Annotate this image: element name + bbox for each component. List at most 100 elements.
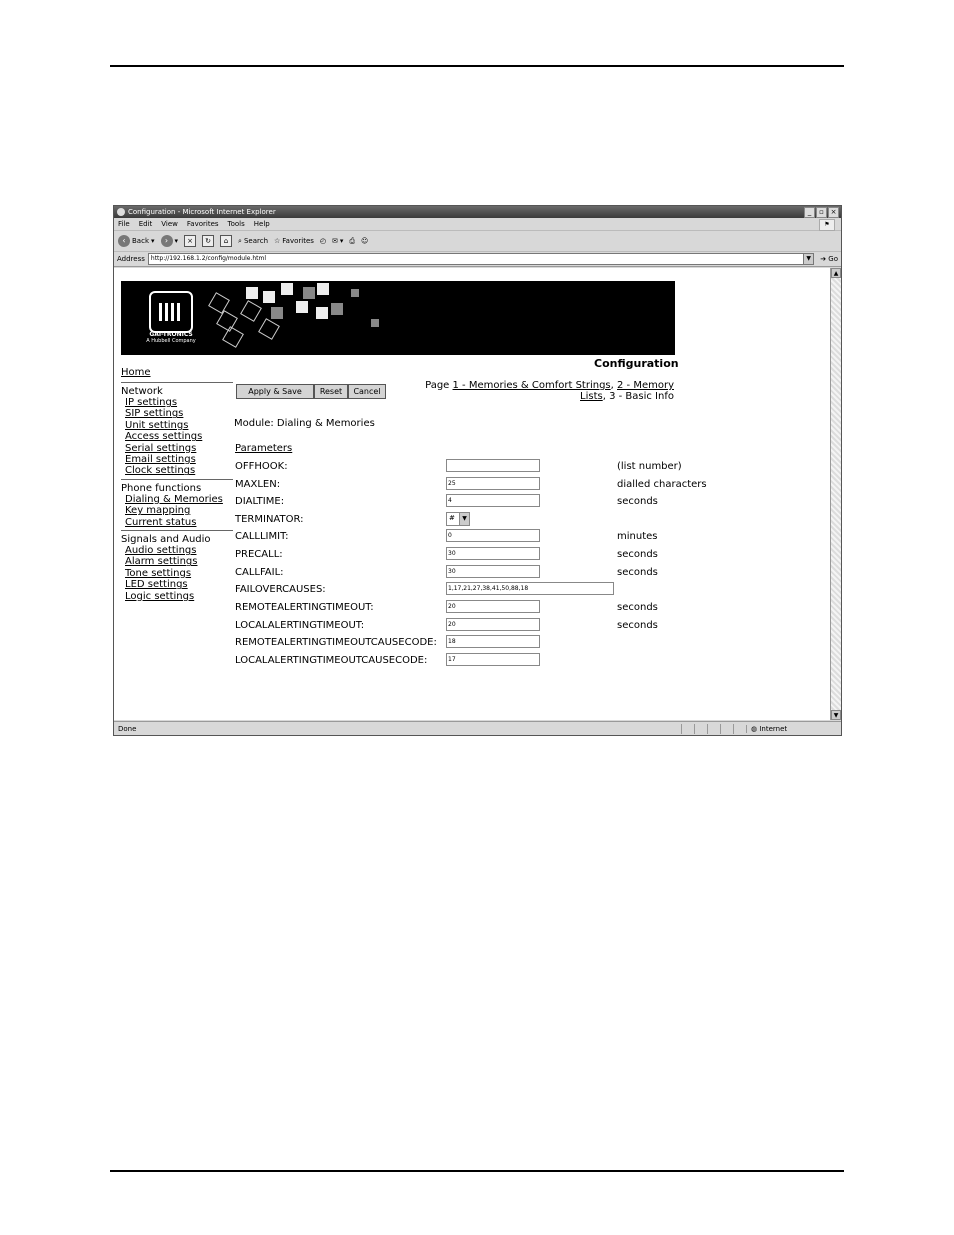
remotealertingtimeout-input[interactable] (446, 600, 540, 613)
maxlen-input[interactable] (446, 477, 540, 490)
field-label: PRECALL: (235, 549, 283, 560)
vertical-scrollbar[interactable]: ▲ ▼ (830, 268, 841, 720)
parameters-heading: Parameters (235, 443, 292, 454)
status-text: Done (118, 724, 137, 733)
menu-help[interactable]: Help (254, 220, 270, 228)
search-icon: ⌕ (238, 236, 242, 245)
nav-section-network: Network (121, 386, 163, 397)
nav-item-logic-settings[interactable]: Logic settings (121, 591, 233, 602)
menu-file[interactable]: File (118, 220, 130, 228)
page-navigation: Page 1 - Memories & Comfort Strings, 2 -… (425, 380, 674, 402)
home-icon[interactable]: ⌂ (220, 235, 233, 247)
field-unit: seconds (617, 549, 658, 560)
nav-item-sip-settings[interactable]: SIP settings (121, 408, 233, 419)
minimize-icon[interactable]: _ (804, 206, 815, 218)
close-icon[interactable]: × (828, 206, 839, 218)
go-button[interactable]: ➔ Go (817, 255, 841, 263)
field-unit: minutes (617, 531, 658, 542)
refresh-icon[interactable]: ↻ (202, 235, 215, 247)
failovercauses-input[interactable] (446, 582, 614, 595)
page-bottom-rule (110, 1170, 844, 1172)
search-button[interactable]: ⌕ Search (238, 237, 268, 246)
page-link-2-cont[interactable]: Lists (580, 391, 603, 402)
chevron-down-icon: ▼ (459, 513, 469, 525)
back-button[interactable]: ‹ Back ▾ (118, 235, 155, 247)
parameters-link[interactable]: Parameters (235, 443, 292, 454)
dialtime-input[interactable] (446, 494, 540, 507)
menu-tools[interactable]: Tools (228, 220, 245, 228)
nav-section-phone: Phone functions (121, 482, 202, 494)
offhook-input[interactable] (446, 459, 540, 472)
stop-icon[interactable]: × (184, 235, 197, 247)
zone-indicator: ◍ Internet (746, 724, 841, 733)
reset-button[interactable]: Reset (314, 384, 348, 399)
nav-item-email-settings[interactable]: Email settings (121, 454, 233, 465)
nav-divider (121, 530, 233, 532)
page-prefix: Page (425, 380, 450, 391)
menu-bar: File Edit View Favorites Tools Help ⚑ (114, 218, 841, 231)
localalertingtimeoutcausecode-input[interactable] (446, 653, 540, 666)
gai-tronics-logo-icon (149, 291, 193, 333)
nav-divider (121, 382, 233, 383)
nav-item-serial-settings[interactable]: Serial settings (121, 443, 233, 454)
page-link-1[interactable]: 1 - Memories & Comfort Strings (453, 380, 611, 391)
print-icon[interactable]: ⎙ (349, 237, 355, 246)
address-bar: Address http://192.168.1.2/config/module… (114, 252, 841, 267)
field-label: CALLLIMIT: (235, 531, 289, 542)
messenger-icon[interactable]: ☺ (361, 237, 368, 245)
terminator-value: # (449, 514, 455, 522)
go-label: Go (828, 255, 838, 263)
nav-item-dialing-memories[interactable]: Dialing & Memories (121, 494, 233, 505)
nav-item-access-settings[interactable]: Access settings (121, 431, 233, 442)
mail-icon[interactable]: ✉ (332, 237, 338, 245)
callfail-input[interactable] (446, 565, 540, 578)
field-label: CALLFAIL: (235, 567, 284, 578)
ie-icon (117, 208, 125, 216)
calllimit-input[interactable] (446, 529, 540, 542)
field-label: DIALTIME: (235, 496, 285, 507)
nav-item-clock-settings[interactable]: Clock settings (121, 465, 233, 476)
back-arrow-icon: ‹ (118, 235, 130, 247)
restore-icon[interactable]: ▫ (816, 206, 827, 218)
nav-item-tone-settings[interactable]: Tone settings (121, 568, 233, 579)
brand-tagline: A Hubbell Company (146, 338, 196, 344)
star-icon: ☆ (274, 237, 281, 245)
scroll-down-icon[interactable]: ▼ (831, 710, 841, 720)
cancel-button[interactable]: Cancel (348, 384, 386, 399)
address-dropdown-icon[interactable]: ▼ (803, 254, 814, 264)
forward-button[interactable]: › ▾ (160, 235, 178, 247)
field-unit: (list number) (617, 461, 682, 472)
page-link-2[interactable]: 2 - Memory (617, 380, 674, 391)
menu-favorites[interactable]: Favorites (187, 220, 219, 228)
module-heading: Module: Dialing & Memories (234, 418, 375, 429)
zone-label: Internet (759, 724, 788, 733)
remotealertingtimeoutcausecode-input[interactable] (446, 635, 540, 648)
scroll-up-icon[interactable]: ▲ (831, 268, 841, 278)
precall-input[interactable] (446, 547, 540, 560)
localalertingtimeout-input[interactable] (446, 618, 540, 631)
nav-item-ip-settings[interactable]: IP settings (121, 397, 233, 408)
favorites-label: Favorites (282, 237, 314, 245)
gai-tronics-banner: GAI-TRONICS A Hubbell Company (121, 281, 675, 355)
terminator-select[interactable]: # ▼ (446, 512, 470, 526)
menu-edit[interactable]: Edit (139, 220, 153, 228)
back-label: Back (132, 237, 149, 245)
menu-view[interactable]: View (161, 220, 178, 228)
globe-icon: ◍ (751, 724, 758, 733)
apply-save-button[interactable]: Apply & Save (236, 384, 314, 399)
title-bar: Configuration - Microsoft Internet Explo… (114, 206, 841, 218)
nav-item-audio-settings[interactable]: Audio settings (121, 545, 233, 556)
nav-item-key-mapping[interactable]: Key mapping (121, 505, 233, 516)
nav-item-led-settings[interactable]: LED settings (121, 579, 233, 590)
form-buttons: Apply & Save Reset Cancel (236, 384, 386, 399)
address-text: http://192.168.1.2/config/module.html (150, 255, 266, 262)
nav-item-unit-settings[interactable]: Unit settings (121, 420, 233, 431)
address-input[interactable]: http://192.168.1.2/config/module.html ▼ (147, 253, 815, 265)
nav-item-alarm-settings[interactable]: Alarm settings (121, 556, 233, 567)
nav-home[interactable]: Home (121, 367, 233, 378)
nav-section-signals: Signals and Audio (121, 534, 211, 546)
window-title: Configuration - Microsoft Internet Explo… (128, 208, 276, 216)
nav-item-current-status[interactable]: Current status (121, 517, 233, 528)
history-icon[interactable]: ◴ (320, 237, 326, 245)
favorites-button[interactable]: ☆ Favorites (274, 237, 314, 245)
